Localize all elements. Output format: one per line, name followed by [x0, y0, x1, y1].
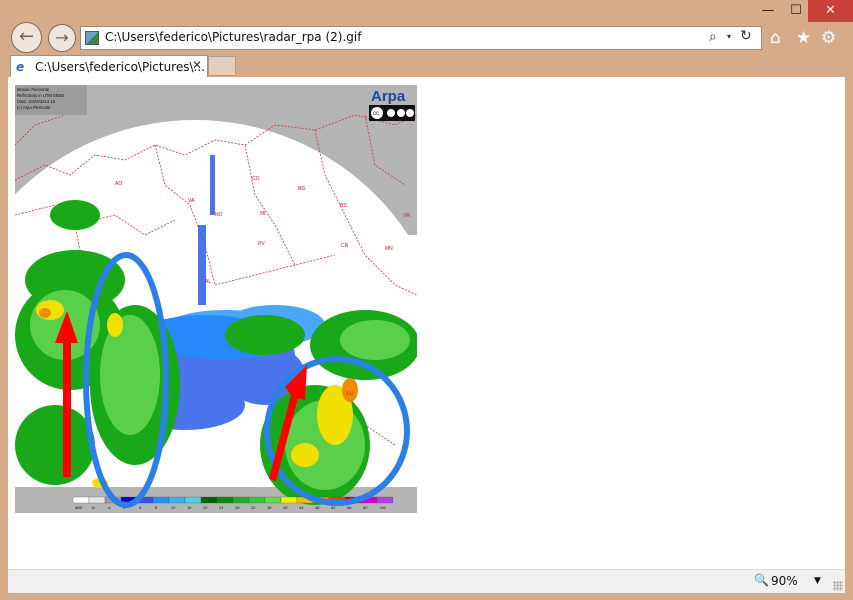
region-label: BG [298, 186, 305, 192]
radar-header-line: Reflectivity in UTM EBSE [17, 93, 64, 98]
legend-swatch [152, 496, 170, 504]
home-icon[interactable]: ⌂ [770, 28, 781, 48]
gear-icon[interactable]: ⚙ [821, 28, 836, 48]
legend-label: 44 [299, 505, 304, 510]
favorites-star-icon[interactable]: ★ [796, 28, 811, 48]
legend-label: 40 [283, 505, 288, 510]
legend-swatch [88, 496, 106, 504]
legend-label: 56 [347, 505, 352, 510]
page-content: AO CO BG BS VR MI NO VA PV CR MN AL LU M… [8, 77, 845, 569]
legend-swatch [280, 496, 298, 504]
legend-label: 24 [219, 505, 224, 510]
search-icon[interactable]: ⌕ [709, 29, 717, 45]
legend-label: 48 [315, 505, 320, 510]
forward-button[interactable]: → [48, 24, 76, 52]
legend-label: 20 [203, 505, 208, 510]
region-label: CR [341, 243, 349, 249]
ie-icon: e [16, 60, 25, 74]
legend-label: 28 [235, 505, 240, 510]
region-label: NO [215, 212, 223, 218]
tab-radar-image[interactable]: e C:\Users\federico\Pictures\... ✕ [10, 55, 208, 77]
address-url[interactable]: C:\Users\federico\Pictures\radar_rpa (2)… [105, 30, 361, 44]
legend-label: 60 [363, 505, 368, 510]
radar-header-line: Mosaic Piemonte [17, 87, 50, 92]
legend-swatch [168, 496, 186, 504]
legend-label: dBZ [75, 505, 83, 510]
region-label: LU [347, 391, 354, 397]
legend-swatch [200, 496, 218, 504]
region-label: VA [188, 198, 195, 204]
arpa-logo: Arpa [371, 88, 406, 105]
minimize-button[interactable]: — [754, 0, 782, 22]
image-file-icon [85, 31, 99, 45]
tab-title: C:\Users\federico\Pictures\... [35, 60, 205, 74]
region-label: AO [115, 181, 122, 187]
region-label: PV [258, 241, 265, 247]
resize-grip[interactable] [833, 581, 843, 591]
legend-swatch [232, 496, 250, 504]
zoom-dropdown-icon[interactable]: ▼ [814, 576, 821, 586]
legend-swatch [184, 496, 202, 504]
legend-swatch [216, 496, 234, 504]
region-label: VR [403, 213, 410, 219]
forward-arrow-icon: → [55, 28, 69, 47]
tab-close-icon[interactable]: ✕ [192, 58, 202, 72]
refresh-icon[interactable]: ↻ [740, 28, 752, 44]
legend-swatch [264, 496, 282, 504]
legend-label: 16 [187, 505, 192, 510]
legend-label: >64 [379, 505, 387, 510]
radar-header-line: Date: 10/29/2014 19 [17, 99, 56, 104]
status-bar: 🔍 90% ▼ [8, 569, 845, 593]
legend-label: 12 [171, 505, 176, 510]
region-label: MI [260, 211, 266, 217]
radar-header-line: (c) Arpa Piemonte [17, 105, 51, 110]
address-bar[interactable]: C:\Users\federico\Pictures\radar_rpa (2)… [80, 26, 762, 50]
zoom-icon[interactable]: 🔍 [754, 573, 769, 587]
back-button[interactable]: ← [11, 22, 42, 53]
region-label: AL [205, 279, 211, 285]
maximize-button[interactable]: ☐ [782, 0, 810, 22]
new-tab-button[interactable] [208, 56, 236, 76]
legend-swatch [376, 496, 394, 504]
cc-license-icon: cc [373, 111, 379, 117]
legend-label: 32 [251, 505, 256, 510]
radar-image: AO CO BG BS VR MI NO VA PV CR MN AL LU M… [15, 85, 417, 513]
legend-label: 36 [267, 505, 272, 510]
close-button[interactable]: ✕ [808, 0, 853, 22]
zoom-level[interactable]: 90% [771, 574, 798, 588]
region-label: CO [252, 176, 260, 182]
region-label: MN [385, 246, 393, 252]
legend-swatch [72, 496, 90, 504]
region-label: BS [340, 203, 347, 209]
chevron-down-icon[interactable]: ▾ [727, 32, 731, 41]
legend-swatch [248, 496, 266, 504]
back-arrow-icon: ← [18, 26, 35, 47]
